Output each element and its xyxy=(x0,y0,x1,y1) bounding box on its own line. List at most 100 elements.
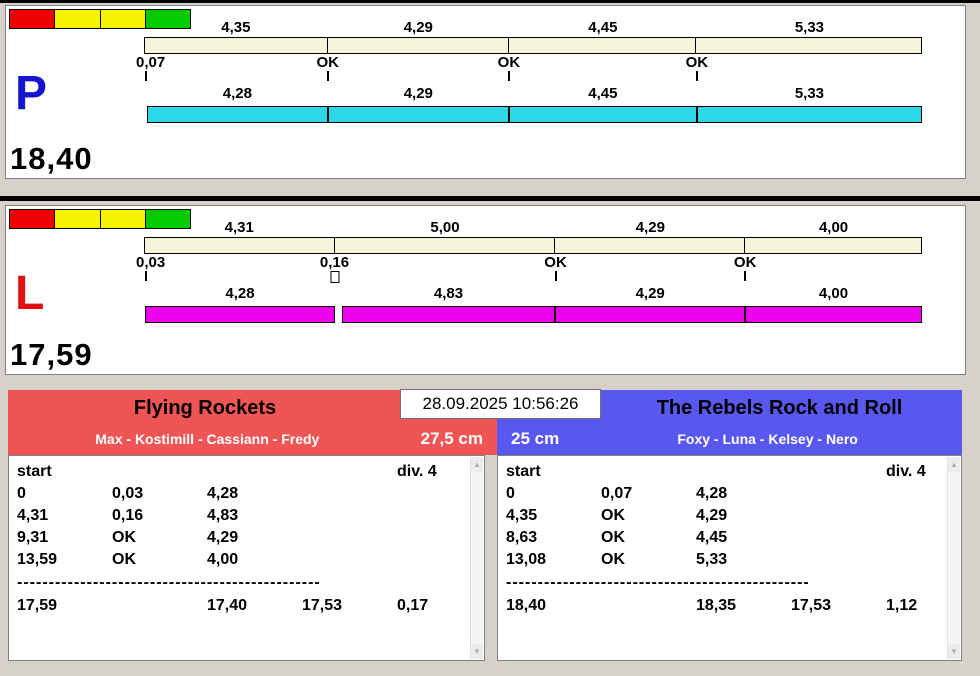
net-split-value: 4,29 xyxy=(635,285,665,302)
table-row: 9,31 OK 4,29 xyxy=(17,527,466,549)
gross-bar-segment xyxy=(335,238,556,253)
net-split-value: 4,83 xyxy=(433,285,464,302)
empty-cell xyxy=(397,527,466,549)
difference-cell: 0,17 xyxy=(397,597,429,614)
total-time-cell: 17,59 xyxy=(17,597,58,614)
crossing-cell: OK xyxy=(601,529,625,546)
crossing-cell: OK xyxy=(601,507,625,524)
split-time-cell: 4,29 xyxy=(696,507,728,524)
net-bar-segment xyxy=(745,306,922,323)
gross-time-bar xyxy=(144,237,922,254)
empty-cell xyxy=(302,527,397,549)
gross-bar-segment xyxy=(508,38,697,53)
net-split-value: 4,28 xyxy=(225,285,255,302)
start-label: start xyxy=(17,463,52,480)
gross-bar-segment xyxy=(145,38,329,53)
gross-bar-segment xyxy=(696,38,921,53)
lane-letter: P xyxy=(15,67,48,120)
lane-bars: 4,35 4,29 4,45 5,33 0,07 OK OK OK 4,28 4,29 4,45… xyxy=(136,19,922,123)
net-split-value: 4,29 xyxy=(403,85,433,102)
crossing-label: 0,16 xyxy=(319,254,350,271)
fault-marker xyxy=(330,271,340,283)
table-row: 4,31 0,16 4,83 xyxy=(17,505,466,527)
start-light-cell xyxy=(10,10,56,28)
crossing-cell: 0,07 xyxy=(601,485,633,502)
split-time-cell: 5,33 xyxy=(696,551,728,568)
reference-time-cell: 17,53 xyxy=(302,597,343,614)
gross-bar-segment xyxy=(744,238,921,253)
lane-letter: L xyxy=(15,267,45,320)
net-split-value: 4,00 xyxy=(818,285,849,302)
net-time-bar xyxy=(144,106,922,123)
start-light-cell xyxy=(55,10,101,28)
crossing-cell: OK xyxy=(112,551,136,568)
empty-cell xyxy=(886,483,943,505)
tick-mark xyxy=(326,71,329,81)
scroll-up-icon[interactable]: ▲ xyxy=(471,457,483,472)
tick-mark xyxy=(145,71,147,81)
split-time-cell: 4,45 xyxy=(696,529,728,546)
crossing-label: OK xyxy=(544,254,567,271)
gross-split-value: 4,29 xyxy=(635,219,665,236)
gross-split-value: 4,31 xyxy=(224,219,254,236)
team-subheader-right: 25 cm Foxy - Luna - Kelsey - Nero xyxy=(497,424,962,454)
empty-cell xyxy=(601,461,696,483)
empty-cell xyxy=(397,549,466,571)
cumulative-time-cell: 0 xyxy=(506,485,515,502)
empty-cell xyxy=(112,461,207,483)
gross-bar-segment xyxy=(145,238,336,253)
window-top-border xyxy=(0,0,980,3)
cumulative-time-cell: 4,35 xyxy=(506,507,538,524)
empty-cell xyxy=(791,505,886,527)
net-split-value: 4,45 xyxy=(588,85,618,102)
scroll-down-icon[interactable]: ▼ xyxy=(471,644,483,659)
empty-cell xyxy=(112,595,207,617)
net-gap-spacer xyxy=(335,285,342,303)
tick-mark xyxy=(507,71,510,81)
split-time-cell: 4,29 xyxy=(207,529,239,546)
cumulative-time-cell: 13,59 xyxy=(17,551,58,568)
crossing-cell: 0,16 xyxy=(112,507,144,524)
crossing-label: OK xyxy=(733,254,757,271)
cumulative-time-cell: 8,63 xyxy=(506,529,538,546)
lane-panel-P: P 18,40 4,35 4,29 4,45 5,33 0,07 OK OK OK 4,28… xyxy=(5,5,966,179)
empty-cell xyxy=(601,595,696,617)
lane-bars: 4,31 5,00 4,29 4,00 0,03 0,16 OK OK 4,28 4,83 4,… xyxy=(136,219,922,323)
tick-mark xyxy=(554,271,557,281)
empty-cell xyxy=(397,483,466,505)
team-subheader-left: Max - Kostimill - Cassiann - Fredy 27,5 … xyxy=(8,424,497,454)
results-panel-left: start div. 4 0 0,03 4,28 4,31 0,16 4,83 9,31 OK 4,… xyxy=(8,455,485,661)
net-total-cell: 18,35 xyxy=(696,597,737,614)
empty-cell xyxy=(886,527,943,549)
table-row: start div. 4 xyxy=(17,461,466,483)
net-time-bar xyxy=(144,306,922,323)
tick-marks-row xyxy=(144,271,922,285)
separator-line: ----------------------------------------… xyxy=(506,574,810,591)
net-bar-segment xyxy=(145,306,335,323)
team-members-right: Foxy - Luna - Kelsey - Nero xyxy=(677,431,858,447)
crossing-cell: 0,03 xyxy=(112,485,144,502)
crossing-cell: OK xyxy=(601,551,625,568)
cumulative-time-cell: 9,31 xyxy=(17,529,49,546)
results-panel-right: start div. 4 0 0,07 4,28 4,35 OK 4,29 8,63 OK 4,45… xyxy=(497,455,962,661)
net-total-cell: 17,40 xyxy=(207,597,248,614)
results-table-left: start div. 4 0 0,03 4,28 4,31 0,16 4,83 9,31 OK 4,… xyxy=(9,456,484,617)
empty-cell xyxy=(886,549,943,571)
crossing-label: 0,03 xyxy=(136,254,166,271)
crossing-labels-row: 0,07 OK OK OK xyxy=(136,54,922,71)
net-bar-segment xyxy=(508,106,697,123)
tick-mark xyxy=(145,271,147,281)
empty-cell xyxy=(397,505,466,527)
empty-cell xyxy=(791,549,886,571)
vertical-scrollbar[interactable]: ▲ ▼ xyxy=(947,457,960,659)
empty-cell xyxy=(791,527,886,549)
empty-cell xyxy=(207,461,302,483)
vertical-scrollbar[interactable]: ▲ ▼ xyxy=(470,457,483,659)
gross-bar-segment xyxy=(555,238,745,253)
scroll-down-icon[interactable]: ▼ xyxy=(948,644,960,659)
start-light-cell xyxy=(100,10,146,28)
cumulative-time-cell: 4,31 xyxy=(17,507,49,524)
scroll-up-icon[interactable]: ▲ xyxy=(948,457,960,472)
start-light-cell xyxy=(10,210,56,228)
gross-split-value: 4,29 xyxy=(403,19,433,36)
